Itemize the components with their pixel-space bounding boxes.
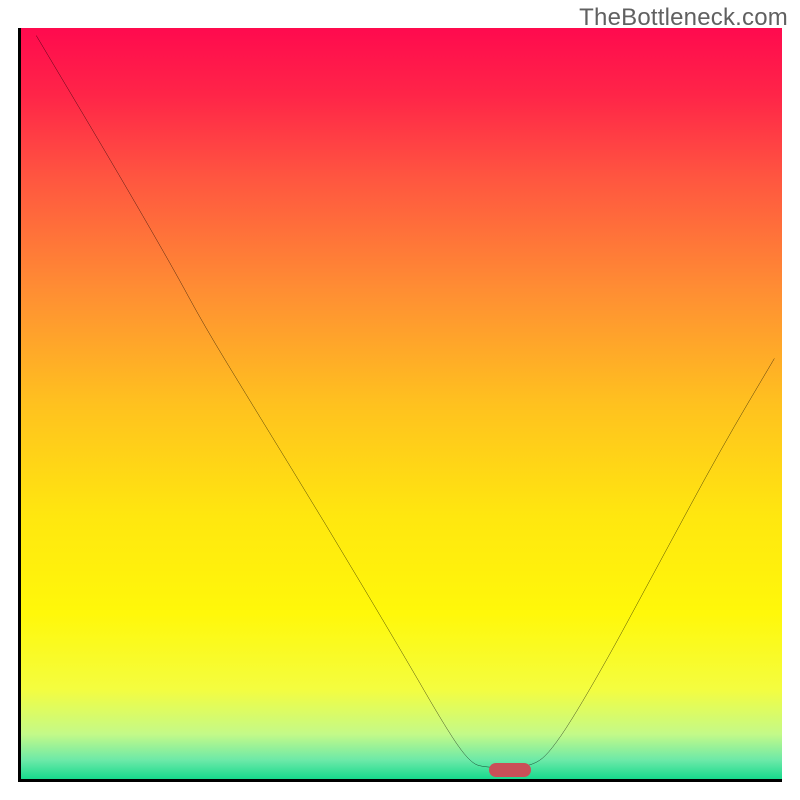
curve-layer <box>21 28 782 779</box>
watermark-text: TheBottleneck.com <box>579 4 788 32</box>
plot-area <box>18 28 782 782</box>
chart-frame: TheBottleneck.com <box>0 0 800 800</box>
optimal-zone-marker <box>489 763 531 777</box>
bottleneck-curve <box>36 36 774 768</box>
